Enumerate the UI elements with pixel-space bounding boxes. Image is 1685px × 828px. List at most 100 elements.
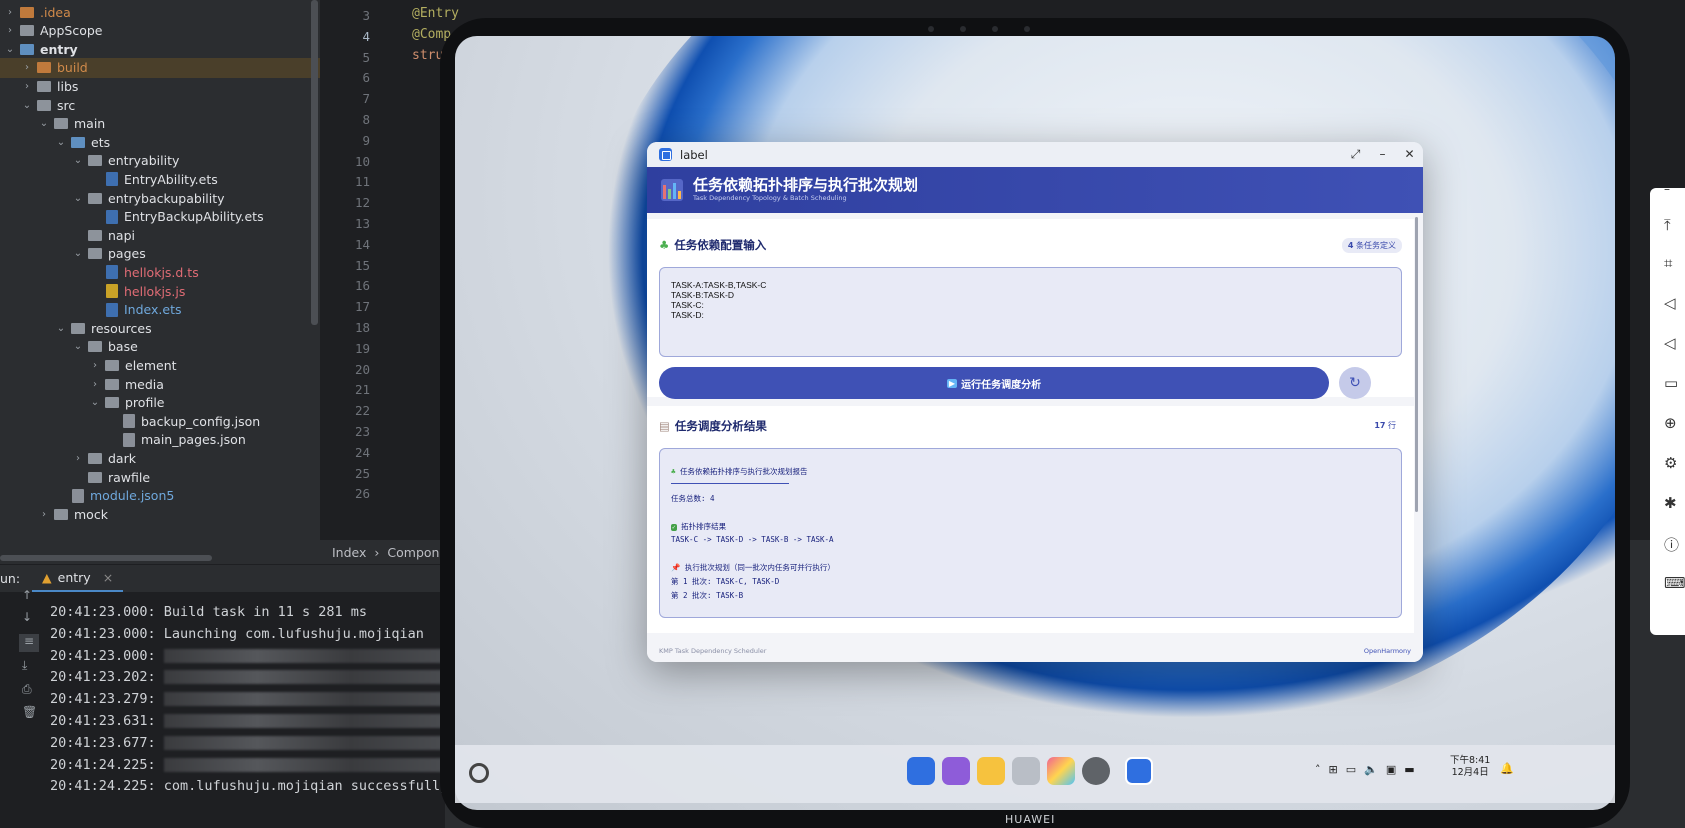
chevron-down-icon[interactable]: ⌄ [72,193,84,204]
multitask-icon[interactable] [942,757,970,785]
tree-scrollbar[interactable] [311,0,318,325]
tree-item[interactable]: › media [0,374,320,394]
volume-down-icon[interactable]: ◁ [1664,334,1676,352]
tree-item[interactable]: › .idea [0,2,320,22]
bug-icon[interactable]: ✱ [1664,494,1677,512]
app-center-icon[interactable] [907,757,935,785]
volume-icon[interactable]: 🔈 [1364,763,1378,776]
window-titlebar[interactable]: label ⤢ – ✕ [647,142,1423,167]
tree-item[interactable]: ⌄ pages [0,244,320,264]
tree-item[interactable]: Index.ets [0,300,320,320]
tree-item[interactable]: ⌄ profile [0,393,320,413]
tree-item[interactable]: main_pages.json [0,430,320,450]
chevron-right-icon[interactable]: › [4,25,16,36]
tree-item[interactable]: ⌄ entrybackupability [0,188,320,208]
tree-item[interactable]: hellokjs.js [0,281,320,301]
chevron-right-icon[interactable]: › [21,81,33,92]
app-scrollbar[interactable] [1415,217,1418,512]
tree-item[interactable]: ⌄ base [0,337,320,357]
tree-item[interactable]: EntryBackupAbility.ets [0,207,320,227]
chevron-up-icon[interactable]: ˄ [1315,763,1321,776]
tree-item[interactable]: backup_config.json [0,411,320,431]
minimize-icon[interactable]: – [1664,182,1670,196]
tree-item[interactable]: napi [0,225,320,245]
volume-up-icon[interactable]: ◁ [1664,294,1676,312]
breadcrumb-item-component[interactable]: Compone [387,545,447,560]
system-tray: ˄ ⊞ ▭ 🔈 ▣ ▬ [1315,763,1415,776]
tree-horizontal-scrollbar[interactable] [0,555,212,561]
tree-item[interactable]: › build [0,57,320,78]
tree-item[interactable]: ⌄ entryability [0,151,320,171]
tree-item[interactable]: rawfile [0,467,320,487]
clock[interactable]: 下午8:41 12月4日 [1450,755,1490,779]
tree-item[interactable]: ⌄ resources [0,318,320,338]
tree-item[interactable]: ⌄ entry [0,39,320,59]
crop-icon[interactable]: ⌗ [1664,254,1672,272]
chevron-right-icon[interactable]: › [89,379,101,390]
clipboard-icon[interactable]: ▭ [1346,763,1356,776]
chevron-down-icon[interactable]: ⌄ [38,118,50,129]
app-content[interactable]: ♣ 任务依赖配置输入 4 条任务定义 TASK-A:TASK-B,TASK-C … [647,213,1414,633]
reset-button[interactable]: ↻ [1339,367,1371,399]
chevron-down-icon[interactable]: ⌄ [89,397,101,408]
tree-item[interactable]: › libs [0,76,320,96]
chevron-right-icon[interactable]: › [72,453,84,464]
tree-item[interactable]: › element [0,355,320,375]
tree-item[interactable]: hellokjs.d.ts [0,262,320,282]
console-output[interactable]: ↑ ↓ ≡ ⤓ ⎙ 🗑 20:41:23.000: Build task in … [0,588,448,828]
notification-bell-icon[interactable]: 🔔 [1500,762,1514,775]
rotate-icon[interactable]: ▭ [1664,374,1678,392]
chevron-right-icon[interactable]: › [38,509,50,520]
breadcrumb-item-index[interactable]: Index [332,545,366,560]
line-number: 11 [354,174,370,190]
scroll-down-icon[interactable]: ↓ [22,610,36,624]
close-tab-icon[interactable]: × [103,570,113,585]
tree-item[interactable]: EntryAbility.ets [0,169,320,189]
run-analysis-button[interactable]: ▶ 运行任务调度分析 [659,367,1329,399]
chevron-right-icon[interactable]: › [21,62,33,73]
scroll-to-end-icon[interactable]: ⤓ [22,658,36,672]
chevron-down-icon[interactable]: ⌄ [21,100,33,111]
chevron-down-icon[interactable]: ⌄ [72,155,84,166]
chevron-down-icon[interactable]: ⌄ [4,44,16,55]
restore-icon[interactable]: ⤢ [1342,147,1369,162]
tree-item[interactable]: ⌄ main [0,114,320,134]
close-icon[interactable]: ✕ [1396,147,1423,162]
pin-top-icon[interactable]: ⤒ [1664,216,1671,234]
task-config-input[interactable]: TASK-A:TASK-B,TASK-C TASK-B:TASK-D TASK-… [659,267,1402,357]
globe-icon[interactable]: ⊕ [1664,414,1677,432]
tree-item[interactable]: › dark [0,448,320,468]
tree-item[interactable]: ⌄ src [0,95,320,115]
chevron-down-icon[interactable]: ⌄ [72,248,84,259]
tree-item[interactable]: › AppScope [0,21,320,41]
folder-icon [71,322,85,334]
settings-icon[interactable] [1082,757,1110,785]
input-method-icon[interactable]: ⊞ [1329,763,1338,776]
minimize-icon[interactable]: – [1369,147,1396,162]
trash-icon[interactable]: 🗑 [22,705,37,719]
running-app-icon[interactable] [1125,757,1153,785]
chevron-right-icon[interactable]: › [4,7,16,18]
soft-wrap-icon[interactable]: ≡ [19,634,39,652]
line-number: 24 [354,444,370,460]
display-icon[interactable]: ▣ [1386,763,1396,776]
tree-item[interactable]: › mock [0,504,320,524]
chevron-down-icon[interactable]: ⌄ [55,137,67,148]
start-icon[interactable] [469,763,489,783]
tree-item-label: main [74,116,106,132]
tree-item[interactable]: ⌄ ets [0,132,320,152]
result-report[interactable]: ♣ 任务依赖拓扑排序与执行批次规划报告 任务总数: 4 ✓ 拓扑排序结果 TAS… [659,448,1402,618]
battery-icon[interactable]: ▬ [1404,763,1414,776]
chevron-right-icon[interactable]: › [89,360,101,371]
chevron-down-icon[interactable]: ⌄ [72,341,84,352]
print-icon[interactable]: ⎙ [22,682,36,696]
files-icon[interactable] [977,757,1005,785]
info-icon[interactable]: ⓘ [1664,534,1679,555]
gallery-icon[interactable] [1047,757,1075,785]
tree-item[interactable]: module.json5 [0,486,320,506]
keyboard-icon[interactable]: ⌨ [1664,574,1685,592]
gear-icon[interactable]: ⚙ [1664,454,1677,472]
chevron-down-icon[interactable]: ⌄ [55,323,67,334]
trash-icon[interactable] [1012,757,1040,785]
tab-run-entry[interactable]: ▲ entry × [32,565,124,592]
